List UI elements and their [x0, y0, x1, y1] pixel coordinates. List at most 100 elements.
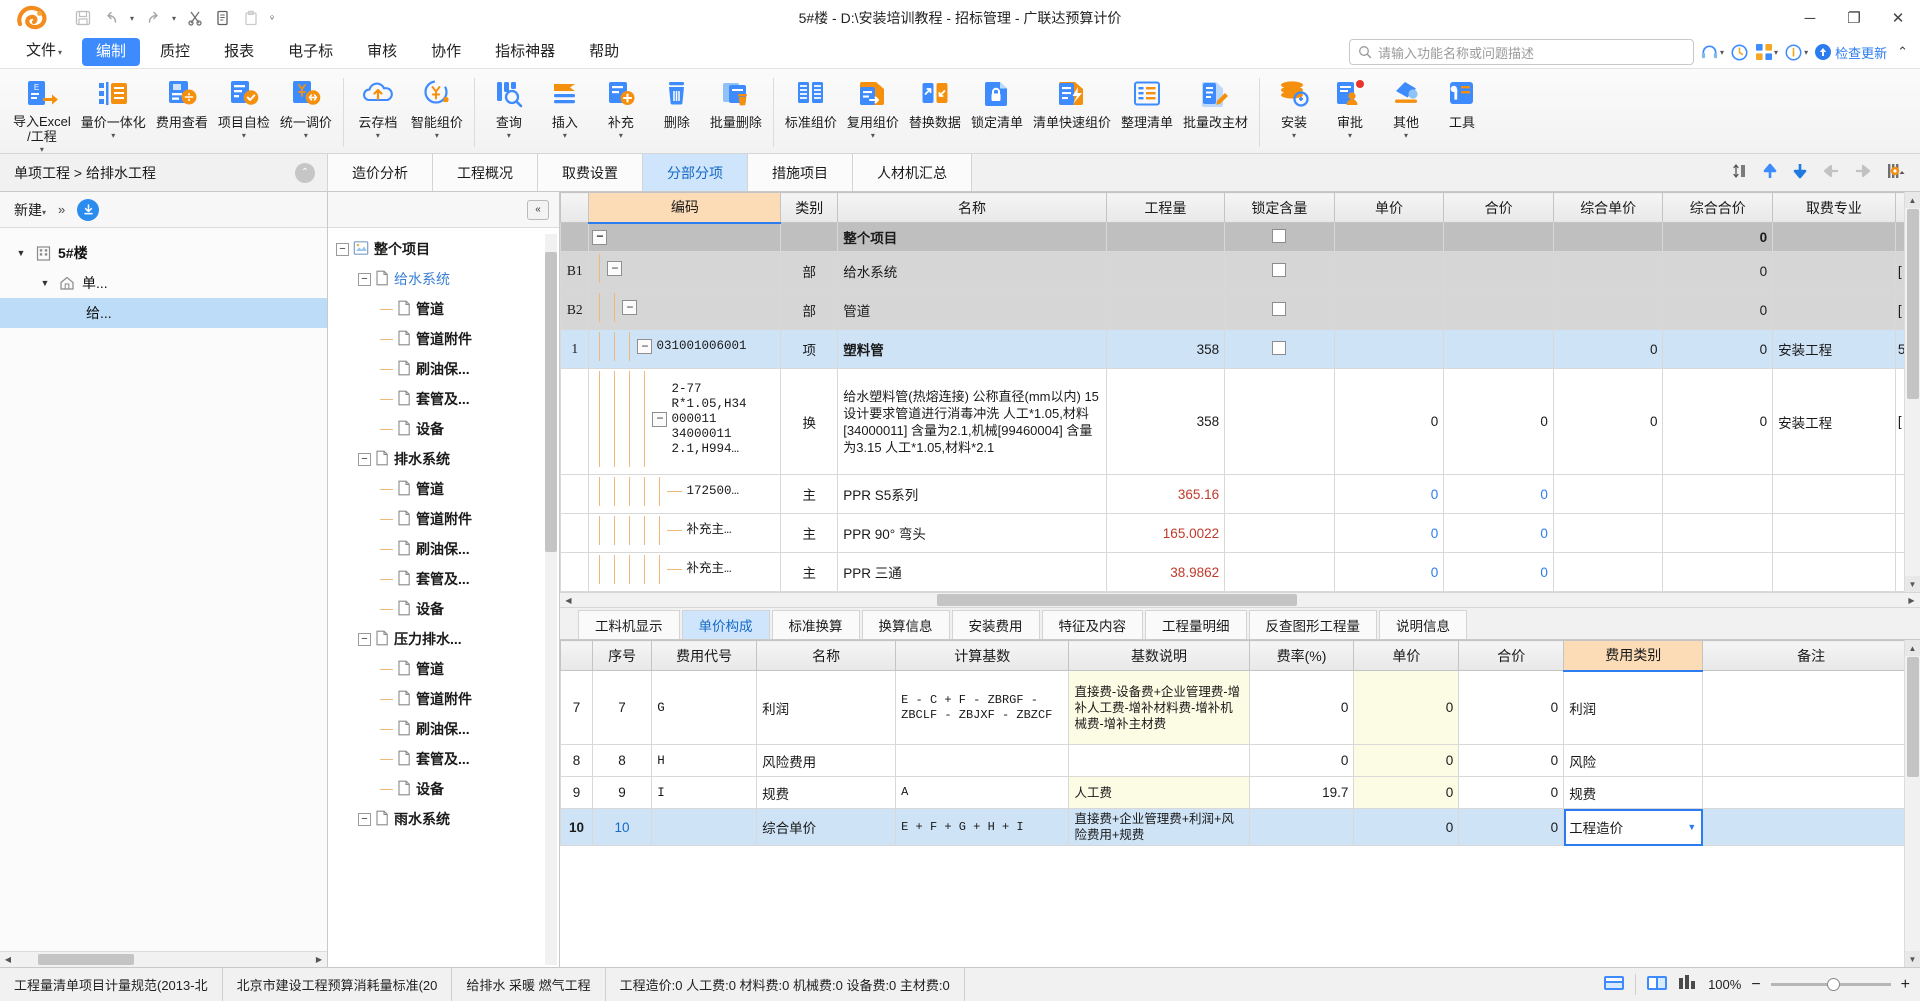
tab-fee-settings[interactable]: 取费设置	[538, 154, 643, 191]
table-cell[interactable]	[1443, 251, 1554, 291]
ribbon-unified-price[interactable]: 统一调价 ▾	[275, 72, 337, 140]
tab-sub-items[interactable]: 分部分项	[643, 154, 748, 191]
table-cell[interactable]	[1105, 290, 1226, 330]
clock-icon[interactable]	[1730, 43, 1749, 62]
table-cell[interactable]: 0	[1443, 513, 1554, 553]
total-cell[interactable]: 0	[1458, 670, 1565, 745]
table-cell[interactable]	[1443, 222, 1554, 252]
items-grid-vscrollbar[interactable]: ▲ ▼	[1904, 192, 1920, 592]
seq-cell[interactable]: 7	[591, 670, 653, 745]
seq-cell[interactable]: 10	[591, 808, 653, 846]
table-cell[interactable]	[1552, 290, 1664, 330]
table-cell[interactable]	[780, 222, 839, 252]
tree-node[interactable]: 套管及...	[328, 744, 559, 774]
settings-icon[interactable]	[1886, 162, 1906, 183]
table-row[interactable]: 8 8 H 风险费用 0 0 0 风险	[560, 744, 1920, 777]
collapse-toggle-icon[interactable]: −	[358, 272, 371, 286]
fee-type-cell[interactable]: 风险	[1563, 744, 1704, 777]
ribbon-organize-list[interactable]: 整理清单	[1116, 72, 1178, 130]
table-cell[interactable]: 358	[1105, 329, 1226, 369]
remark-cell[interactable]	[1702, 670, 1920, 745]
copy-icon[interactable]	[210, 5, 236, 31]
name-cell[interactable]: 管道	[837, 290, 1107, 330]
price-cell[interactable]: 0	[1353, 744, 1460, 777]
ribbon-cloud-archive[interactable]: 云存档 ▾	[350, 72, 406, 140]
row-collapse-toggle[interactable]: −	[637, 339, 653, 354]
tree-node[interactable]: 管道附件	[328, 324, 559, 354]
column-header[interactable]: 单价	[1333, 192, 1445, 223]
name-cell[interactable]: 塑料管	[837, 329, 1107, 369]
menu-item-report[interactable]: 报表	[210, 38, 268, 66]
chevron-down-icon[interactable]: ▾	[242, 131, 246, 140]
table-row[interactable]: 补充主… 主 PPR 90° 弯头 165.0022 0 0	[560, 513, 1920, 553]
remark-cell[interactable]	[1702, 744, 1920, 777]
column-header[interactable]: 综合单价	[1552, 192, 1664, 223]
zoom-in-button[interactable]: +	[1901, 976, 1910, 994]
move-left-icon[interactable]	[1822, 163, 1840, 182]
menu-item-file[interactable]: 文件 ▾	[12, 37, 76, 67]
fee-name-cell[interactable]: 规费	[756, 776, 897, 809]
grid-view-icon[interactable]	[1603, 974, 1625, 995]
apps-icon[interactable]: ▾	[1755, 43, 1778, 61]
tree-node[interactable]: 管道	[328, 294, 559, 324]
chevron-down-icon[interactable]: ▾	[619, 131, 623, 140]
table-cell[interactable]: 安装工程	[1772, 329, 1896, 369]
fee-code-cell[interactable]: I	[651, 776, 758, 809]
row-collapse-toggle[interactable]: −	[592, 229, 608, 245]
collapse-tree-icon[interactable]: «	[527, 199, 549, 220]
column-header[interactable]	[560, 192, 590, 223]
table-cell[interactable]	[1552, 552, 1664, 592]
download-icon[interactable]	[77, 198, 100, 221]
more-button[interactable]: »	[58, 202, 65, 217]
tree-node[interactable]: − 压力排水...	[328, 624, 559, 654]
basis-cell[interactable]: A	[895, 776, 1070, 809]
table-cell[interactable]	[1443, 329, 1554, 369]
table-cell[interactable]: 安装工程	[1772, 368, 1896, 475]
ribbon-fee-view[interactable]: 费用查看	[151, 72, 213, 130]
column-header[interactable]: 工程量	[1105, 192, 1226, 223]
detail-tab[interactable]: 特征及内容	[1041, 610, 1143, 639]
table-row[interactable]: −2-77 R*1.05,H34 000011 34000011 2.1,H99…	[560, 368, 1920, 475]
table-cell[interactable]: 部	[780, 251, 839, 291]
menu-item-collab[interactable]: 协作	[417, 38, 475, 66]
tree-node[interactable]: − 雨水系统	[328, 804, 559, 834]
detail-tab[interactable]: 反查图形工程量	[1248, 610, 1377, 639]
tree-node[interactable]: 刷油保...	[328, 534, 559, 564]
detail-tab[interactable]: 安装费用	[951, 610, 1040, 639]
ribbon-query[interactable]: 查询 ▾	[481, 72, 537, 140]
table-cell[interactable]	[560, 368, 590, 475]
table-cell[interactable]	[1552, 513, 1664, 553]
table-cell[interactable]	[1772, 513, 1896, 553]
code-cell[interactable]: 补充主…	[588, 552, 782, 592]
lock-cell[interactable]	[1224, 222, 1335, 252]
table-cell[interactable]: 0	[1333, 513, 1445, 553]
menu-item-help[interactable]: 帮助	[575, 38, 633, 66]
fee-name-cell[interactable]: 风险费用	[756, 744, 897, 777]
table-cell[interactable]	[1552, 474, 1664, 514]
table-cell[interactable]	[1105, 251, 1226, 291]
name-cell[interactable]: 给水系统	[837, 251, 1107, 291]
rate-cell[interactable]: 0	[1248, 744, 1355, 777]
tree-node[interactable]: 刷油保...	[328, 714, 559, 744]
detail-grid-vscrollbar[interactable]: ▲ ▼	[1904, 640, 1920, 967]
tree-node[interactable]: 套管及...	[328, 384, 559, 414]
table-cell[interactable]	[1772, 290, 1896, 330]
column-header[interactable]: 综合合价	[1662, 192, 1774, 223]
seq-cell[interactable]: 8	[591, 744, 653, 777]
lock-checkbox[interactable]	[1272, 262, 1287, 277]
table-cell[interactable]	[1552, 251, 1664, 291]
ribbon-insert[interactable]: 插入 ▾	[537, 72, 593, 140]
table-cell[interactable]: 0	[1552, 329, 1664, 369]
total-cell[interactable]: 0	[1458, 776, 1565, 809]
tree-node[interactable]: 设备	[328, 414, 559, 444]
collapse-panel-icon[interactable]: ⌃	[295, 162, 315, 183]
table-cell[interactable]	[1662, 552, 1774, 592]
detail-tab[interactable]: 换算信息	[861, 610, 950, 639]
table-cell[interactable]: 换	[780, 368, 839, 475]
table-cell[interactable]	[1662, 474, 1774, 514]
column-header[interactable]: 取费专业	[1772, 192, 1896, 223]
row-collapse-toggle[interactable]: −	[622, 300, 638, 315]
collapse-toggle-icon[interactable]: −	[358, 812, 371, 826]
scroll-up-icon[interactable]: ▲	[1905, 192, 1920, 208]
scrollbar-thumb[interactable]	[1907, 209, 1919, 399]
